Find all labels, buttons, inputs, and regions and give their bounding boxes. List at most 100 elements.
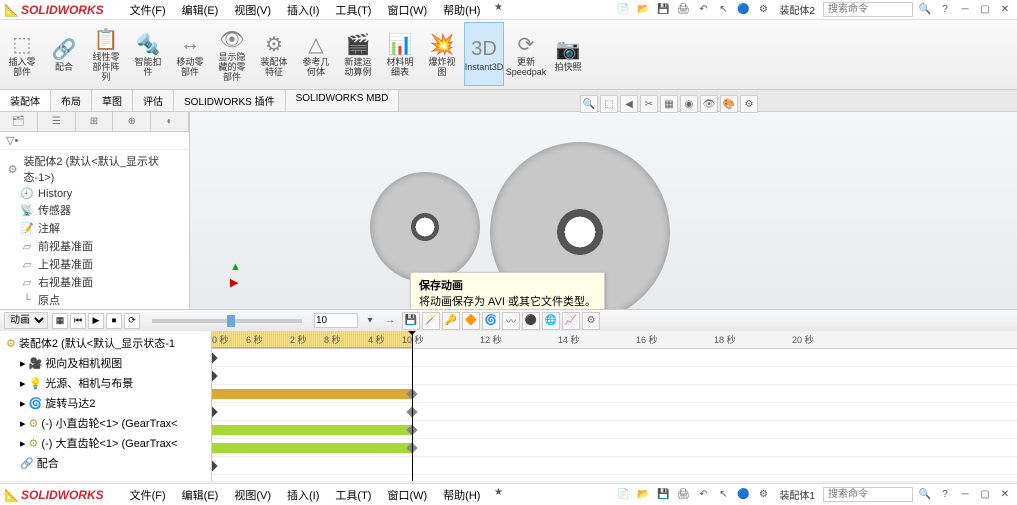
key-start-6[interactable]	[212, 460, 218, 471]
track-5[interactable]	[212, 439, 1017, 457]
menu-tools[interactable]: 工具(T)	[329, 0, 377, 20]
search-icon[interactable]: 🔍	[917, 2, 933, 18]
spring-icon[interactable]: 〰	[502, 312, 520, 330]
search-input[interactable]	[823, 2, 913, 17]
hide-show-icon[interactable]: 👁	[700, 95, 718, 113]
section-icon[interactable]: ✂	[640, 95, 658, 113]
restore2-icon[interactable]: ▢	[977, 487, 993, 503]
tab-evaluate[interactable]: 评估	[133, 90, 174, 111]
options2-icon[interactable]: ⚙	[755, 487, 771, 503]
tab-layout[interactable]: 布局	[51, 90, 92, 111]
timeline-grid[interactable]: 0 秒2 秒4 秒 6 秒8 秒10 秒12 秒14 秒16 秒18 秒20 秒	[212, 331, 1017, 481]
ribbon-3[interactable]: 🔩智能扣件	[128, 22, 168, 86]
new-icon[interactable]: 📄	[615, 2, 631, 18]
star2-icon[interactable]: ★	[490, 485, 506, 501]
fm-tab-tree-icon[interactable]: 🗂	[0, 112, 38, 131]
ribbon-1[interactable]: 🔗配合	[44, 22, 84, 86]
menu2-help[interactable]: 帮助(H)	[437, 485, 486, 505]
zoom-area-icon[interactable]: ⬚	[600, 95, 618, 113]
scene-icon[interactable]: 🎨	[720, 95, 738, 113]
track-4[interactable]	[212, 421, 1017, 439]
ribbon-0[interactable]: ⬚插入零部件	[2, 22, 42, 86]
view-orient-icon[interactable]: ▦	[660, 95, 678, 113]
tab-sketch[interactable]: 草图	[92, 90, 133, 111]
tl-tree-item-1[interactable]: ▸🎥视向及相机视图	[2, 353, 209, 373]
menu2-tools[interactable]: 工具(T)	[329, 485, 377, 505]
gravity-icon[interactable]: 🌐	[542, 312, 560, 330]
results-icon[interactable]: 📈	[562, 312, 580, 330]
ribbon-7[interactable]: △参考几何体	[296, 22, 336, 86]
small-gear[interactable]	[370, 172, 480, 282]
open-icon[interactable]: 📂	[635, 2, 651, 18]
menu2-view[interactable]: 视图(V)	[228, 485, 277, 505]
track-1[interactable]	[212, 367, 1017, 385]
tree-item-6[interactable]: └原点	[4, 291, 185, 309]
ribbon-9[interactable]: 📊材料明细表	[380, 22, 420, 86]
menu-view[interactable]: 视图(V)	[228, 0, 277, 20]
animation-wizard-icon[interactable]: 🪄	[422, 312, 440, 330]
minimize-icon[interactable]: ─	[957, 2, 973, 18]
loop-icon[interactable]: ⟳	[124, 313, 140, 329]
prev-view-icon[interactable]: ◀	[620, 95, 638, 113]
time-dropdown-icon[interactable]: ▾	[362, 313, 378, 329]
options-icon[interactable]: ⚙	[755, 2, 771, 18]
time-input[interactable]	[314, 313, 358, 328]
fm-tab-dim-icon[interactable]: ⊕	[113, 112, 151, 131]
tl-tree-item-5[interactable]: ▸⚙(-) 大直齿轮<1> (GearTrax<	[2, 433, 209, 453]
study-type-select[interactable]: 动画	[4, 312, 48, 329]
track-3[interactable]	[212, 403, 1017, 421]
playback-slider[interactable]	[152, 319, 302, 323]
track-2[interactable]	[212, 385, 1017, 403]
display-style-icon[interactable]: ◉	[680, 95, 698, 113]
close2-icon[interactable]: ✕	[997, 487, 1013, 503]
time-ruler[interactable]: 0 秒2 秒4 秒 6 秒8 秒10 秒12 秒14 秒16 秒18 秒20 秒	[212, 331, 1017, 349]
autokey-icon[interactable]: 🔑	[442, 312, 460, 330]
new2-icon[interactable]: 📄	[615, 487, 631, 503]
tree-item-4[interactable]: ▱上视基准面	[4, 255, 185, 273]
save-animation-button[interactable]: 💾	[402, 312, 420, 330]
motion-settings-icon[interactable]: ⚙	[582, 312, 600, 330]
menu2-file[interactable]: 文件(F)	[124, 485, 172, 505]
ribbon-12[interactable]: ⟳更新Speedpak	[506, 22, 546, 86]
track-6[interactable]	[212, 457, 1017, 475]
track-0[interactable]	[212, 349, 1017, 367]
play-start-icon[interactable]: ⏮	[70, 313, 86, 329]
menu-window[interactable]: 窗口(W)	[381, 0, 433, 20]
fm-filter[interactable]: ▽•	[0, 132, 189, 150]
ribbon-5[interactable]: 👁显示隐藏的零部件	[212, 22, 252, 86]
select2-icon[interactable]: ↖	[715, 487, 731, 503]
ribbon-10[interactable]: 💥爆炸视图	[422, 22, 462, 86]
playhead[interactable]	[412, 331, 413, 481]
key-start-0[interactable]	[212, 352, 218, 363]
fm-tab-display-icon[interactable]: ◐	[151, 112, 189, 131]
ribbon-4[interactable]: ↔移动零部件	[170, 22, 210, 86]
fm-tab-config-icon[interactable]: ⊞	[76, 112, 114, 131]
graphics-viewport[interactable]: ▲▶ 保存动画 将动画保存为 AVI 或其它文件类型。	[190, 112, 1017, 309]
tl-tree-item-0[interactable]: ⚙装配体2 (默认<默认_显示状态-1	[2, 333, 209, 353]
menu2-edit[interactable]: 编辑(E)	[176, 485, 225, 505]
star-icon[interactable]: ★	[490, 0, 506, 16]
keybar-4[interactable]	[212, 425, 412, 435]
tl-tree-item-4[interactable]: ▸⚙(-) 小直齿轮<1> (GearTrax<	[2, 413, 209, 433]
help2-icon[interactable]: ?	[937, 487, 953, 503]
rebuild2-icon[interactable]: 🔵	[735, 487, 751, 503]
tl-tree-item-2[interactable]: ▸💡光源、相机与布景	[2, 373, 209, 393]
tree-item-3[interactable]: ▱前视基准面	[4, 237, 185, 255]
zoom-fit-icon[interactable]: 🔍	[580, 95, 598, 113]
rebuild-icon[interactable]: 🔵	[735, 2, 751, 18]
undo-icon[interactable]: ↶	[695, 2, 711, 18]
ribbon-8[interactable]: 🎬新建运动算例	[338, 22, 378, 86]
tree-item-1[interactable]: 📡传感器	[4, 201, 185, 219]
undo2-icon[interactable]: ↶	[695, 487, 711, 503]
tab-assembly[interactable]: 装配体	[0, 90, 51, 111]
menu-help[interactable]: 帮助(H)	[437, 0, 486, 20]
tab-mbd[interactable]: SOLIDWORKS MBD	[286, 90, 400, 111]
menu-edit[interactable]: 编辑(E)	[176, 0, 225, 20]
next-frame-icon[interactable]: →	[382, 313, 398, 329]
contact-icon[interactable]: ⚫	[522, 312, 540, 330]
menu2-window[interactable]: 窗口(W)	[381, 485, 433, 505]
tl-tree-item-3[interactable]: ▸🌀旋转马达2	[2, 393, 209, 413]
help-icon[interactable]: ?	[937, 2, 953, 18]
ribbon-2[interactable]: 📋线性零部件阵列	[86, 22, 126, 86]
tl-tree-item-6[interactable]: 🔗配合	[2, 453, 209, 473]
